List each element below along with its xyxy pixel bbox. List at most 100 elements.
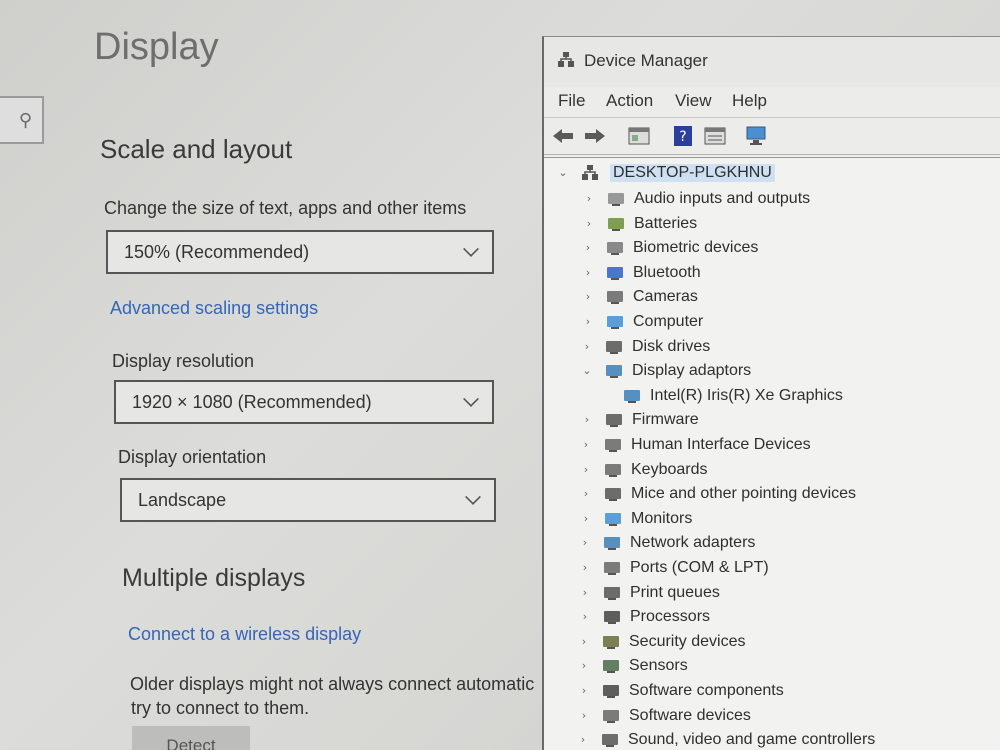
chevron-right-icon[interactable]: ›	[577, 709, 591, 723]
tree-item-label: Audio inputs and outputs	[634, 190, 811, 207]
tree-category[interactable]: › Monitors	[579, 508, 693, 530]
resolution-label: Display resolution	[112, 351, 255, 371]
chevron-right-icon[interactable]: ›	[577, 659, 591, 673]
tree-item-label: Mice and other pointing devices	[631, 485, 857, 503]
battery-icon	[606, 215, 626, 233]
display-adapter-icon	[604, 362, 624, 380]
chevron-right-icon[interactable]: ›	[578, 561, 592, 575]
forward-arrow-icon[interactable]	[582, 124, 608, 148]
tree-category[interactable]: › Security devices	[577, 631, 746, 653]
chevron-right-icon[interactable]: ›	[578, 536, 592, 550]
chevron-down-icon[interactable]: ⌄	[556, 166, 570, 180]
tree-category[interactable]: › Computer	[581, 311, 703, 333]
chevron-right-icon[interactable]: ›	[576, 733, 590, 747]
fingerprint-icon	[605, 239, 625, 257]
back-arrow-icon[interactable]	[550, 124, 576, 148]
chevron-right-icon[interactable]: ›	[580, 413, 594, 427]
tree-item-label: Processors	[630, 608, 711, 626]
menu-view[interactable]: View	[675, 91, 712, 111]
chevron-right-icon[interactable]: ›	[579, 512, 593, 526]
advanced-scaling-link[interactable]: Advanced scaling settings	[110, 298, 318, 319]
scale-dropdown[interactable]: 150% (Recommended)	[106, 230, 494, 274]
tree-category[interactable]: ⌄ Display adaptors	[580, 360, 751, 382]
bluetooth-icon	[605, 264, 625, 282]
tree-category[interactable]: › Sensors	[577, 655, 688, 677]
help-icon[interactable]: ?	[670, 124, 696, 148]
orientation-dropdown[interactable]: Landscape	[120, 478, 496, 522]
menu-help[interactable]: Help	[732, 91, 767, 111]
chevron-right-icon[interactable]: ›	[582, 192, 596, 206]
wireless-display-link[interactable]: Connect to a wireless display	[128, 624, 361, 645]
chevron-down-icon	[465, 489, 481, 505]
processor-icon	[602, 608, 622, 626]
search-box[interactable]: ⚲	[0, 96, 44, 144]
chevron-right-icon[interactable]: ›	[577, 684, 591, 698]
tree-item-label: Network adapters	[630, 534, 756, 552]
chevron-down-icon	[463, 391, 479, 407]
older-displays-text-line2: try to connect to them.	[131, 698, 310, 718]
tree-category[interactable]: › Software devices	[577, 705, 751, 727]
menu-bar: File Action View Help	[544, 87, 1000, 115]
chevron-right-icon[interactable]: ›	[578, 586, 592, 600]
sound-icon	[600, 731, 620, 749]
tree-item-label: Sound, video and game controllers	[628, 731, 876, 749]
resolution-dropdown[interactable]: 1920 × 1080 (Recommended)	[114, 380, 494, 424]
software-component-icon	[601, 682, 621, 700]
tree-child-item[interactable]: Intel(R) Iris(R) Xe Graphics	[622, 385, 843, 407]
tree-category[interactable]: › Network adapters	[578, 532, 756, 554]
mouse-icon	[603, 485, 623, 503]
tree-item-label: Monitors	[631, 509, 693, 527]
tree-category[interactable]: › Processors	[578, 606, 710, 628]
tree-item-label: Cameras	[633, 288, 698, 306]
tree-category[interactable]: › Biometric devices	[581, 237, 759, 259]
tree-item-label: Computer	[633, 313, 704, 330]
device-manager-icon	[558, 52, 574, 67]
svg-text:?: ?	[679, 129, 686, 145]
chevron-right-icon[interactable]: ›	[578, 610, 592, 624]
chevron-right-icon[interactable]: ›	[581, 241, 595, 255]
software-device-icon	[601, 707, 621, 725]
tree-item-label: Keyboards	[631, 460, 708, 478]
computer-icon	[605, 313, 625, 331]
menu-file[interactable]: File	[558, 91, 585, 111]
monitor-scan-icon[interactable]	[744, 124, 770, 148]
tree-category[interactable]: › Mice and other pointing devices	[579, 483, 856, 505]
window-title: Device Manager	[584, 51, 708, 70]
tree-category[interactable]: › Keyboards	[579, 459, 708, 481]
view-icon[interactable]	[702, 124, 728, 148]
tree-category[interactable]: › Batteries	[582, 213, 697, 235]
chevron-right-icon[interactable]: ›	[577, 635, 591, 649]
computer-icon	[580, 164, 600, 182]
display-adapter-icon	[622, 387, 642, 405]
tree-category[interactable]: › Disk drives	[580, 336, 710, 358]
tree-category[interactable]: › Print queues	[578, 582, 720, 604]
orientation-label: Display orientation	[118, 447, 267, 467]
page-title: Display	[94, 26, 219, 68]
menu-action[interactable]: Action	[606, 91, 653, 111]
tree-category[interactable]: › Bluetooth	[581, 262, 701, 284]
chevron-right-icon[interactable]: ›	[581, 290, 595, 304]
tree-root[interactable]: ⌄ DESKTOP-PLGKHNU	[556, 162, 775, 184]
tree-category[interactable]: › Sound, video and game controllers	[576, 729, 875, 750]
scale-layout-heading: Scale and layout	[100, 134, 293, 164]
toolbar: ?	[544, 117, 1000, 155]
chevron-right-icon[interactable]: ›	[581, 315, 595, 329]
tree-item-label: Batteries	[634, 214, 698, 232]
orientation-value: Landscape	[138, 489, 227, 510]
chevron-right-icon[interactable]: ›	[579, 463, 593, 477]
tree-category[interactable]: › Software components	[577, 680, 784, 702]
properties-icon[interactable]	[626, 124, 652, 148]
chevron-right-icon[interactable]: ›	[582, 217, 596, 231]
chevron-right-icon[interactable]: ›	[579, 487, 593, 501]
tree-category[interactable]: › Firmware	[580, 409, 699, 431]
chevron-down-icon[interactable]: ⌄	[580, 364, 594, 378]
chevron-right-icon[interactable]: ›	[580, 340, 594, 354]
tree-category[interactable]: › Ports (COM & LPT)	[578, 557, 769, 579]
chevron-right-icon[interactable]: ›	[579, 438, 593, 452]
tree-category[interactable]: › Audio inputs and outputs	[582, 188, 810, 210]
detect-button[interactable]: Detect	[132, 726, 250, 750]
tree-category[interactable]: › Human Interface Devices	[579, 434, 811, 456]
tree-item-label: Human Interface Devices	[631, 436, 811, 453]
chevron-right-icon[interactable]: ›	[581, 266, 595, 280]
tree-category[interactable]: › Cameras	[581, 286, 698, 308]
